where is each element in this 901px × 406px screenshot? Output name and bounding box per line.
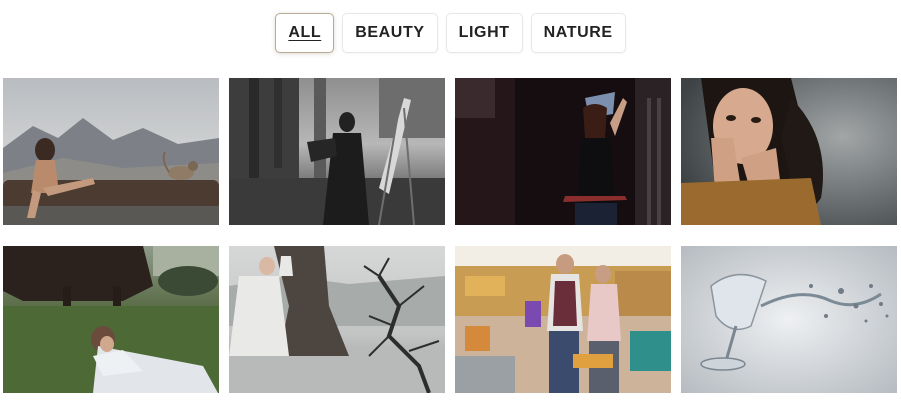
gallery-item-women-shopping[interactable] — [455, 246, 671, 393]
gallery-item-woman-on-log[interactable] — [3, 78, 219, 225]
woman-portrait-hands-photo — [681, 78, 897, 225]
gallery-item-bride-tree[interactable] — [229, 246, 445, 393]
wine-glass-splash-photo — [681, 246, 897, 393]
woman-in-dark-alley-photo — [455, 78, 671, 225]
woman-lying-in-grass-photo — [3, 246, 219, 393]
gallery-item-woman-painting[interactable] — [229, 78, 445, 225]
gallery-item-woman-portrait[interactable] — [681, 78, 897, 225]
filter-label-nature: NATURE — [543, 24, 613, 41]
portfolio-gallery-page: ALL BEAUTY LIGHT NATURE — [0, 0, 901, 406]
gallery-item-wine-glass[interactable] — [681, 246, 897, 393]
filter-button-all[interactable]: ALL — [275, 13, 335, 53]
gallery-item-woman-dark-alley[interactable] — [455, 78, 671, 225]
filter-label-beauty: BEAUTY — [355, 24, 425, 41]
filter-label-light: LIGHT — [458, 24, 510, 41]
filter-button-nature[interactable]: NATURE — [530, 13, 626, 53]
woman-on-log-with-cat-photo — [3, 78, 219, 225]
filter-button-light[interactable]: LIGHT — [445, 13, 523, 53]
woman-painting-at-easel-photo — [229, 78, 445, 225]
gallery-grid — [3, 78, 897, 393]
filter-button-beauty[interactable]: BEAUTY — [342, 13, 438, 53]
filter-label-all: ALL — [288, 24, 322, 41]
bride-by-misty-tree-photo — [229, 246, 445, 393]
women-shopping-mall-photo — [455, 246, 671, 393]
filter-bar: ALL BEAUTY LIGHT NATURE — [0, 13, 901, 53]
gallery-item-woman-in-grass[interactable] — [3, 246, 219, 393]
